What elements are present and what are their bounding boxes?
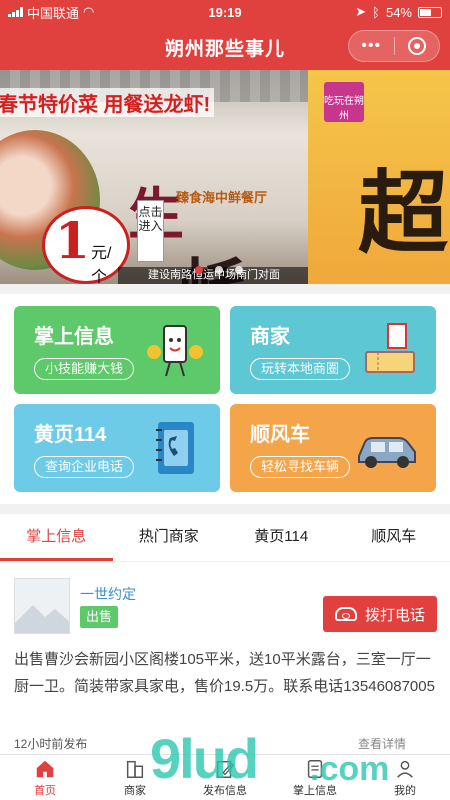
top-bar: 中国联通 ◠ 19:19 ➤ ᛒ 54% 朔州那些事儿 •••	[0, 0, 450, 70]
banner2-headline: 超	[358, 160, 448, 266]
tabbar-label: 我的	[394, 784, 416, 797]
avatar[interactable]	[14, 578, 70, 634]
phone-mascot-icon	[147, 325, 203, 377]
status-bar: 中国联通 ◠ 19:19 ➤ ᛒ 54%	[0, 0, 450, 24]
category-grid: 掌上信息 小技能赚大钱 商家 玩转本地商圈 黄页114 查询企业电话 顺风车 轻	[0, 294, 450, 504]
banner-promo-text: 春节特价菜 用餐送龙虾!	[0, 88, 215, 117]
banner-slide[interactable]: 春节特价菜 用餐送龙虾! 1 元/个 生 蚝 臻食海中鲜餐厅 点击进入 建设南路…	[0, 70, 308, 284]
banner-carousel[interactable]: 春节特价菜 用餐送龙虾! 1 元/个 生 蚝 臻食海中鲜餐厅 点击进入 建设南路…	[0, 70, 450, 284]
edit-icon	[216, 760, 235, 778]
card-title: 商家	[250, 326, 290, 348]
carousel-dots	[195, 266, 243, 274]
banner-slide-next[interactable]: 吃玩在朔州 超	[308, 70, 450, 284]
tab-carpool[interactable]: 顺风车	[338, 514, 450, 561]
view-details-link[interactable]: 查看详情	[358, 735, 406, 752]
mini-program-capsule: •••	[348, 30, 440, 62]
tab-hot-merchants[interactable]: 热门商家	[113, 514, 226, 561]
restaurant-name: 臻食海中鲜餐厅	[176, 190, 268, 205]
card-info[interactable]: 掌上信息 小技能赚大钱	[14, 306, 220, 394]
post-content: 出售曹沙会新园小区阁楼105平米，送10平米露台，三室一厅一厨一卫。简装带家具家…	[14, 651, 435, 695]
home-icon	[36, 760, 54, 777]
post-time: 12小时前发布	[14, 737, 88, 751]
tabbar-label: 商家	[124, 784, 146, 797]
phone-icon	[334, 607, 357, 621]
poster-name[interactable]: 一世约定	[80, 584, 136, 604]
tabbar-profile[interactable]: 我的	[360, 755, 450, 800]
card-subtitle: 查询企业电话	[34, 456, 135, 478]
signal-icon	[8, 7, 23, 17]
info-post[interactable]: 一世约定 出售 拨打电话 出售曹沙会新园小区阁楼105平米，送10平米露台，三室…	[0, 562, 450, 754]
tab-yellow-pages[interactable]: 黄页114	[225, 514, 338, 561]
user-icon	[397, 760, 413, 778]
location-icon: ➤	[355, 4, 367, 19]
logo: 吃玩在朔州	[324, 82, 364, 122]
tabbar-merchants[interactable]: 商家	[90, 755, 180, 800]
image-placeholder-icon	[15, 579, 69, 633]
battery-icon	[418, 6, 442, 18]
tabbar-label: 掌上信息	[293, 784, 337, 797]
status-time: 19:19	[208, 4, 242, 20]
tabbar-info[interactable]: 掌上信息	[270, 755, 360, 800]
more-icon[interactable]: •••	[349, 37, 394, 55]
battery-percent: 54%	[385, 4, 412, 20]
call-button[interactable]: 拨打电话	[323, 596, 437, 632]
card-subtitle: 小技能赚大钱	[34, 358, 135, 380]
card-title: 黄页114	[34, 424, 107, 446]
call-button-label: 拨打电话	[364, 606, 425, 624]
tab-info[interactable]: 掌上信息	[0, 514, 113, 561]
car-icon	[358, 437, 416, 468]
info-icon	[307, 759, 323, 778]
tabbar-home[interactable]: 首页	[0, 755, 90, 800]
tabbar-publish[interactable]: 发布信息	[180, 755, 270, 800]
bottom-tab-bar: 首页 商家 发布信息 掌上信息 我的	[0, 754, 450, 800]
wifi-icon: ◠	[83, 4, 95, 19]
price-value: 1	[55, 211, 90, 270]
carrier-label: 中国联通	[27, 5, 80, 21]
store-icon	[126, 760, 144, 778]
phonebook-icon	[156, 422, 194, 474]
card-title: 顺风车	[250, 424, 310, 446]
content-tabs: 掌上信息 热门商家 黄页114 顺风车	[0, 514, 450, 562]
close-target-icon[interactable]	[395, 37, 440, 55]
status-badge: 出售	[80, 606, 119, 628]
ticket-popcorn-icon	[365, 323, 415, 373]
card-merchants[interactable]: 商家 玩转本地商圈	[230, 306, 436, 394]
card-subtitle: 轻松寻找车辆	[250, 456, 351, 478]
price-bubble: 1 元/个	[42, 206, 130, 284]
card-yellow-pages[interactable]: 黄页114 查询企业电话	[14, 404, 220, 492]
tabbar-label: 首页	[34, 784, 56, 797]
nav-bar: 朔州那些事儿 •••	[0, 24, 450, 70]
card-title: 掌上信息	[34, 326, 114, 348]
bluetooth-icon: ᛒ	[372, 4, 380, 20]
card-subtitle: 玩转本地商圈	[250, 358, 351, 380]
page-title: 朔州那些事儿	[164, 38, 285, 60]
tabbar-label: 发布信息	[203, 784, 247, 797]
enter-tag[interactable]: 点击进入	[137, 200, 164, 262]
card-carpool[interactable]: 顺风车 轻松寻找车辆	[230, 404, 436, 492]
